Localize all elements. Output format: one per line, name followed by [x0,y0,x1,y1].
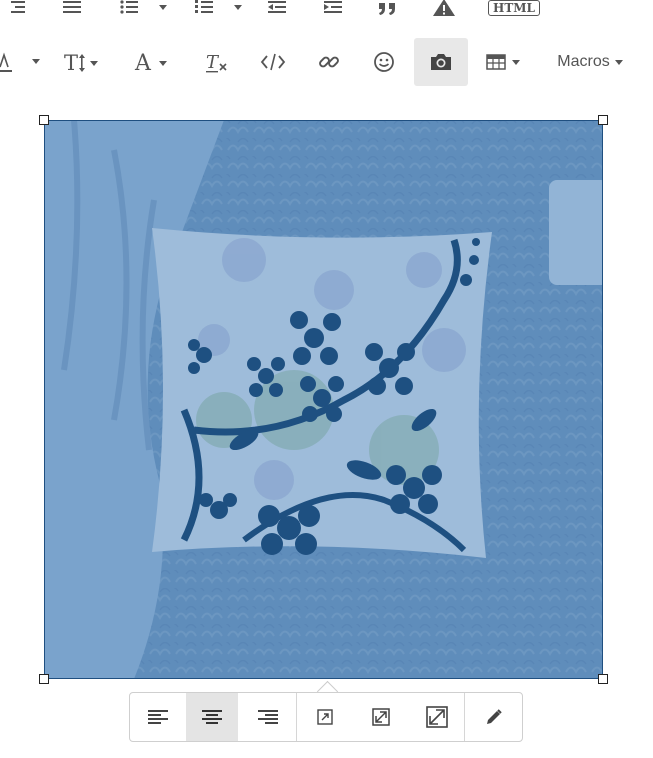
large-size-icon[interactable] [409,693,465,741]
font-color-dropdown-icon[interactable] [30,56,42,66]
table-icon[interactable] [485,48,525,76]
macros-dropdown[interactable]: Macros [552,48,628,76]
outdent-icon[interactable] [266,0,288,18]
align-center-icon[interactable] [186,693,238,741]
macros-caret-icon [614,59,623,65]
insert-image-icon[interactable] [414,38,468,86]
html-label: HTML [488,0,540,16]
font-color-icon[interactable] [0,48,14,76]
link-icon[interactable] [315,48,343,76]
align-right-icon[interactable] [6,0,28,18]
clear-formatting-icon[interactable]: T [204,48,230,76]
resize-handle-bottom-left[interactable] [39,674,49,684]
html-icon[interactable]: HTML [488,0,540,18]
warning-icon[interactable] [433,0,455,18]
image-popup-toolbar [129,692,523,742]
ordered-list-icon[interactable] [193,0,215,18]
font-family-icon[interactable]: A [133,48,175,76]
font-size-icon[interactable]: T [62,48,102,76]
resize-handle-bottom-right[interactable] [598,674,608,684]
resize-handle-top-right[interactable] [598,115,608,125]
unordered-list-dropdown-icon[interactable] [157,2,169,12]
code-icon[interactable] [259,48,287,76]
medium-size-icon[interactable] [353,693,409,741]
svg-text:T: T [206,52,220,73]
align-right-icon[interactable] [240,693,296,741]
macros-label: Macros [557,53,610,70]
blockquote-icon[interactable] [377,0,399,18]
selected-image[interactable] [44,120,603,679]
align-left-icon[interactable] [130,693,186,741]
resize-handle-top-left[interactable] [39,115,49,125]
toolbar-row-1: HTML [0,0,653,20]
emoticon-icon[interactable] [370,48,398,76]
pillow-photo [44,120,603,679]
unordered-list-icon[interactable] [118,0,140,18]
justify-icon[interactable] [61,0,83,18]
svg-text:A: A [134,51,152,75]
edit-icon[interactable] [465,693,523,741]
svg-text:T: T [64,51,78,75]
ordered-list-dropdown-icon[interactable] [232,2,244,12]
small-size-icon[interactable] [297,693,353,741]
toolbar-row-2: T A T Macros [0,38,653,86]
indent-icon[interactable] [322,0,344,18]
